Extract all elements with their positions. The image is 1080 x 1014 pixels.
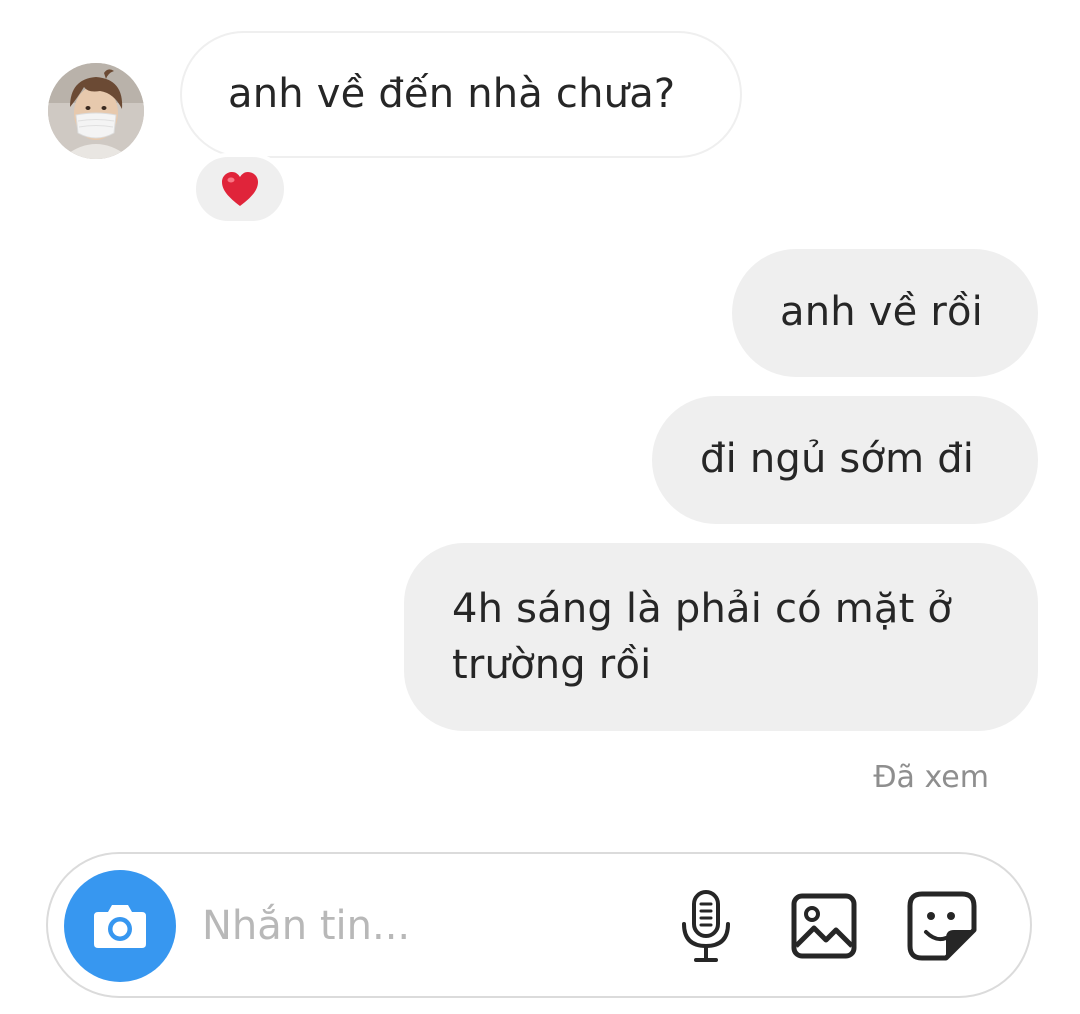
incoming-message-text: anh về đến nhà chưa? [228,71,676,117]
outgoing-message-text: anh về rồi [780,289,983,335]
sticker-button[interactable] [904,888,980,964]
microphone-icon [682,890,730,962]
incoming-message-bubble[interactable]: anh về đến nhà chưa? [180,31,742,158]
sticker-icon [907,891,977,961]
heart-emoji-icon [222,172,258,206]
contact-avatar[interactable] [48,63,144,159]
outgoing-message-text: 4h sáng là phải có mặt ở trường rồi [452,586,953,688]
outgoing-message-bubble[interactable]: 4h sáng là phải có mặt ở trường rồi [404,543,1038,731]
message-reaction[interactable] [192,153,288,225]
voice-message-button[interactable] [668,888,744,964]
message-input[interactable] [202,898,642,954]
camera-icon [94,905,146,948]
gallery-button[interactable] [786,888,862,964]
outgoing-message-text: đi ngủ sớm đi [700,436,975,482]
outgoing-message-bubble[interactable]: đi ngủ sớm đi [652,396,1038,524]
image-icon [791,893,857,959]
avatar-photo [48,63,144,159]
outgoing-message-bubble[interactable]: anh về rồi [732,249,1038,377]
message-composer [46,852,1032,998]
seen-status: Đã xem [873,760,989,795]
camera-button[interactable] [64,870,176,982]
